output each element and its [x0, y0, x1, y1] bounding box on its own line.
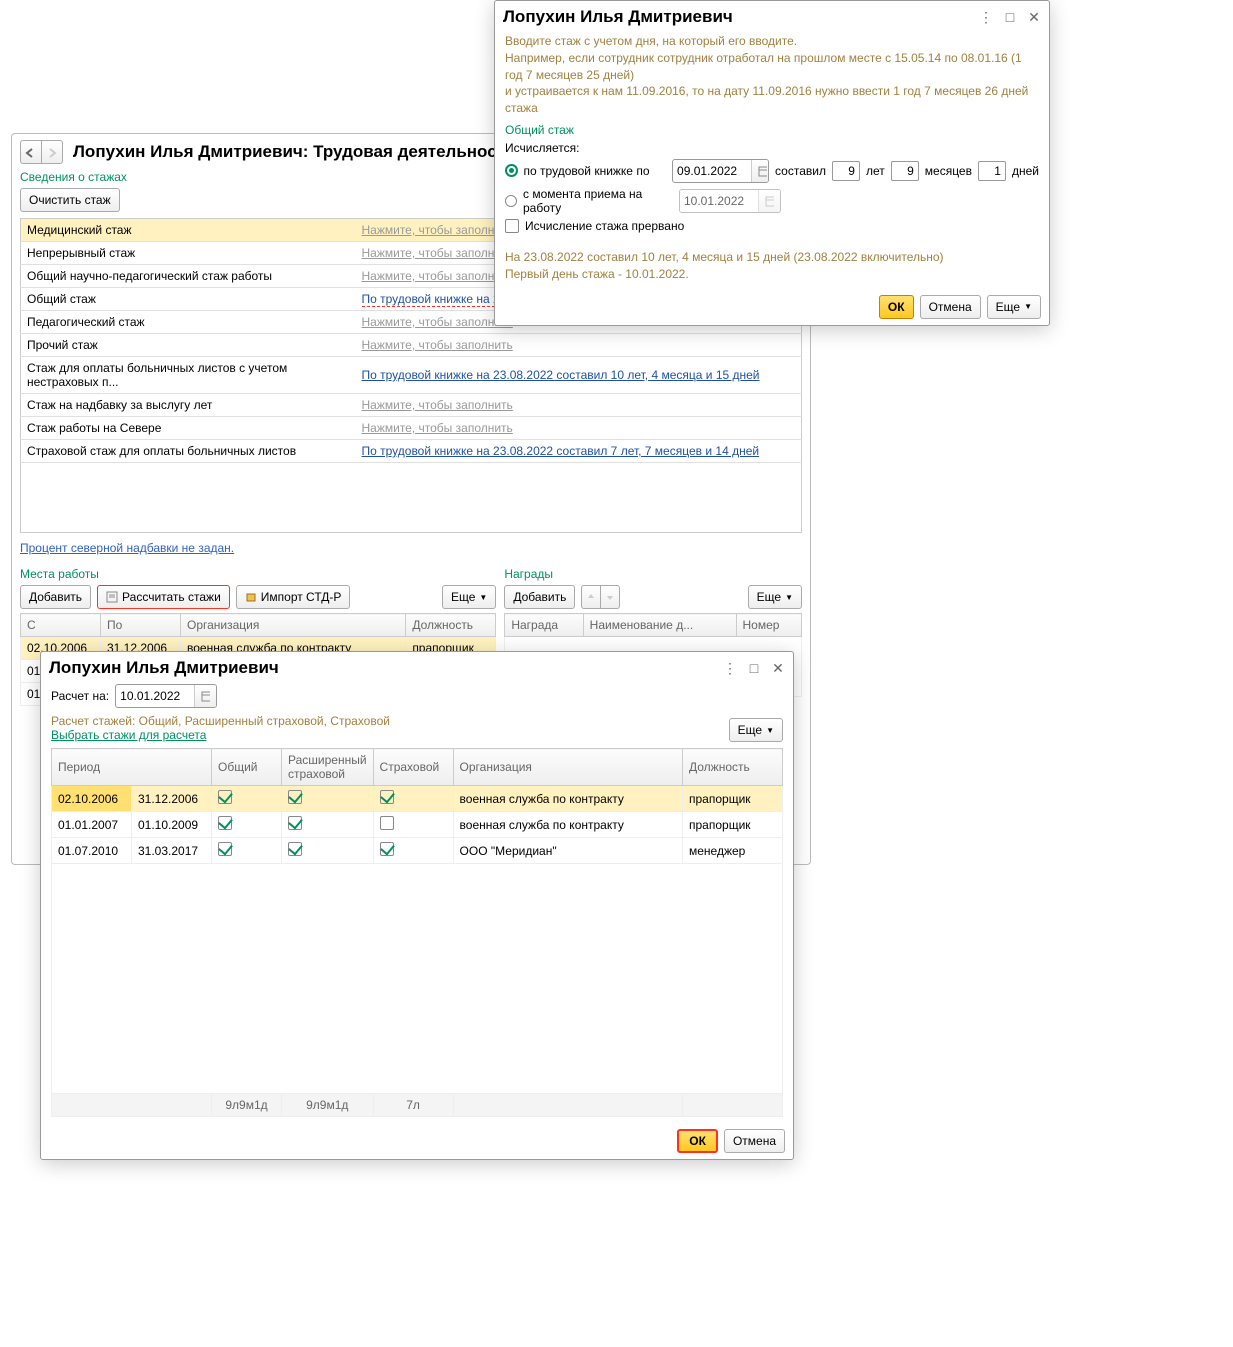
clear-stazh-button[interactable]: Очистить стаж — [20, 188, 120, 212]
choose-stazh-link[interactable]: Выбрать стажи для расчета — [51, 728, 206, 742]
menu-icon[interactable]: ⋮ — [979, 10, 993, 24]
maximize-icon[interactable]: □ — [1003, 10, 1017, 24]
days-input[interactable] — [978, 161, 1006, 181]
ok-button[interactable]: ОК — [879, 295, 914, 319]
close-icon[interactable]: ✕ — [771, 661, 785, 675]
stazh-value-link[interactable]: Нажмите, чтобы заполнить — [362, 315, 513, 329]
stazh-label: Стаж на надбавку за выслугу лет — [21, 394, 356, 417]
years-input[interactable] — [832, 161, 860, 181]
checkbox[interactable] — [288, 790, 302, 804]
ok-button[interactable]: ОК — [677, 1129, 718, 1153]
more-calc-button[interactable]: Еще ▼ — [729, 718, 783, 742]
stazh-label: Стаж работы на Севере — [21, 417, 356, 440]
stazh-label: Педагогический стаж — [21, 311, 356, 334]
percent-link[interactable]: Процент северной надбавки не задан. — [20, 541, 234, 555]
more-button[interactable]: Еще ▼ — [987, 295, 1041, 319]
checkbox[interactable] — [218, 816, 232, 830]
calendar-icon[interactable] — [751, 160, 769, 182]
stazh-label: Медицинский стаж — [21, 219, 356, 242]
stazh-label: Общий научно-педагогический стаж работы — [21, 265, 356, 288]
menu-icon[interactable]: ⋮ — [723, 661, 737, 675]
stazh-value-link[interactable]: По трудовой книжке на 23.08.2022 состави… — [362, 368, 760, 382]
date1-input[interactable] — [672, 159, 769, 183]
stazh-label: Страховой стаж для оплаты больничных лис… — [21, 440, 356, 463]
stazh-value-link[interactable]: Нажмите, чтобы заполнить — [362, 338, 513, 352]
add-award-button[interactable]: Добавить — [504, 585, 575, 609]
radio-by-trudovaya[interactable] — [505, 164, 518, 177]
more-work-button[interactable]: Еще ▼ — [442, 585, 496, 609]
close-icon[interactable]: ✕ — [1027, 10, 1041, 24]
move-down-button[interactable] — [601, 585, 620, 609]
checkbox[interactable] — [380, 790, 394, 804]
stazh-value-link[interactable]: По трудовой книжке на 23.08.2022 состави… — [362, 444, 760, 458]
awards-section-label: Награды — [504, 567, 802, 581]
stazh-value-link[interactable]: Нажмите, чтобы заполнить — [362, 246, 513, 260]
checkbox[interactable] — [218, 842, 232, 856]
calc-dialog-title: Лопухин Илья Дмитриевич — [49, 658, 713, 678]
calc-dialog: Лопухин Илья Дмитриевич ⋮ □ ✕ Расчет на:… — [40, 651, 794, 1160]
maximize-icon[interactable]: □ — [747, 661, 761, 675]
common-stazh-label: Общий стаж — [505, 123, 1039, 137]
stazh-value-link[interactable]: Нажмите, чтобы заполнить — [362, 269, 513, 283]
checkbox[interactable] — [288, 816, 302, 830]
interrupted-checkbox[interactable] — [505, 219, 519, 233]
checkbox[interactable] — [288, 842, 302, 856]
checkbox[interactable] — [380, 842, 394, 856]
dialog-title: Лопухин Илья Дмитриевич — [503, 7, 969, 27]
page-title: Лопухин Илья Дмитриевич: Трудовая деятел… — [73, 142, 515, 162]
stazh-value-link[interactable]: Нажмите, чтобы заполнить — [362, 421, 513, 435]
cancel-button[interactable]: Отмена — [724, 1129, 785, 1153]
import-button[interactable]: Импорт СТД-Р — [236, 585, 351, 609]
nav-back-button[interactable] — [20, 140, 42, 164]
stazh-dialog: Лопухин Илья Дмитриевич ⋮ □ ✕ Вводите ст… — [494, 0, 1050, 326]
radio-from-hire[interactable] — [505, 195, 517, 207]
stazh-label: Стаж для оплаты больничных листов с учет… — [21, 357, 356, 394]
calc-stazh-button[interactable]: Рассчитать стажи — [97, 585, 230, 609]
checkbox[interactable] — [380, 816, 394, 830]
calc-table[interactable]: Период Общий Расширенный страховой Страх… — [51, 748, 783, 1117]
calendar-icon — [758, 190, 780, 212]
stazh-value-link[interactable]: Нажмите, чтобы заполнить — [362, 223, 513, 237]
move-up-button[interactable] — [581, 585, 601, 609]
date2-input — [679, 189, 781, 213]
months-input[interactable] — [891, 161, 919, 181]
stazh-value-link[interactable]: Нажмите, чтобы заполнить — [362, 398, 513, 412]
add-work-button[interactable]: Добавить — [20, 585, 91, 609]
checkbox[interactable] — [218, 790, 232, 804]
nav-buttons — [20, 140, 63, 164]
cancel-button[interactable]: Отмена — [920, 295, 981, 319]
stazh-label: Непрерывный стаж — [21, 242, 356, 265]
more-awards-button[interactable]: Еще ▼ — [748, 585, 802, 609]
calc-date-input[interactable] — [115, 684, 217, 708]
stazh-label: Прочий стаж — [21, 334, 356, 357]
stazh-label: Общий стаж — [21, 288, 356, 311]
nav-forward-button[interactable] — [42, 140, 63, 164]
work-section-label: Места работы — [20, 567, 496, 581]
calendar-icon[interactable] — [194, 685, 216, 707]
